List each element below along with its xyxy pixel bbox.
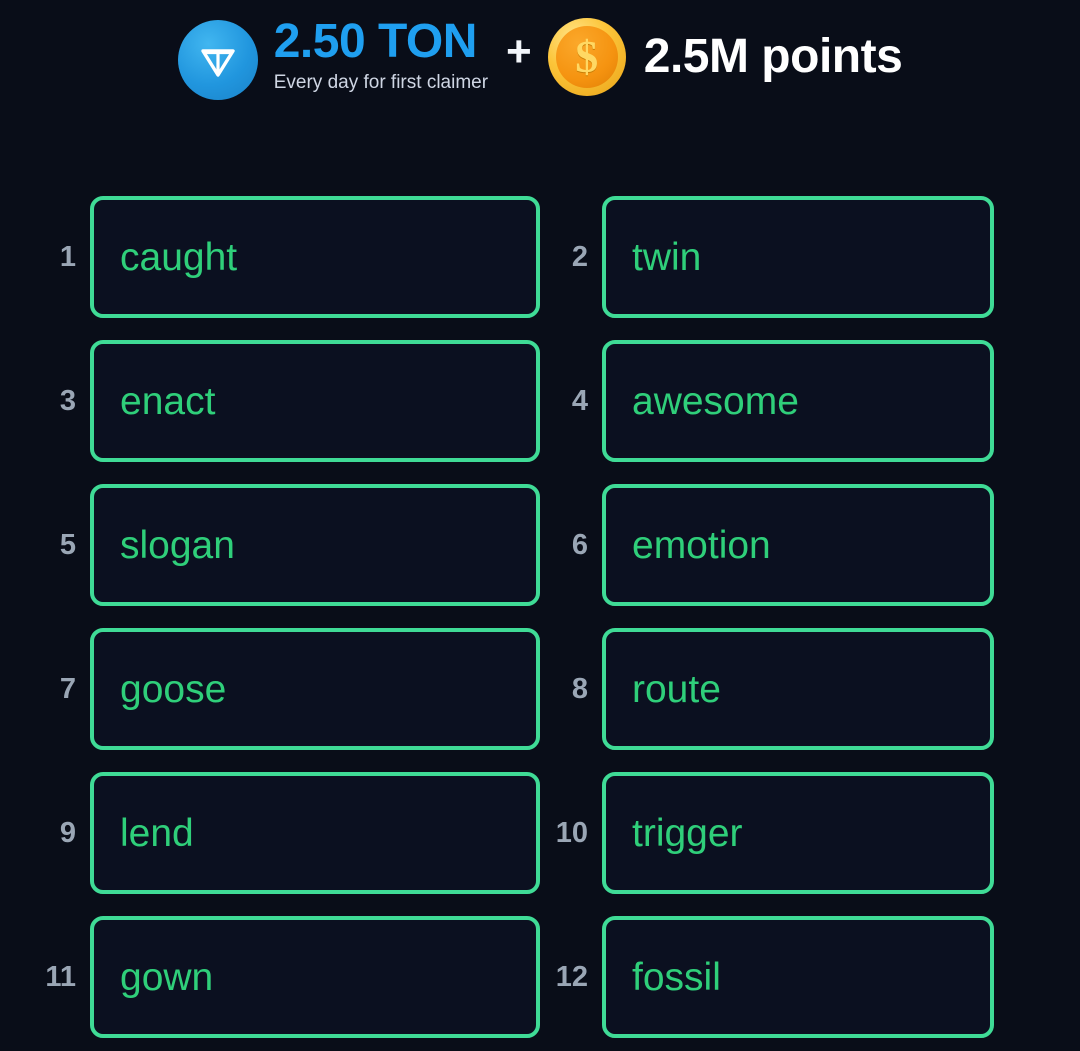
word-row: 1 caught: [0, 196, 540, 318]
word-box[interactable]: lend: [90, 772, 540, 894]
word-box[interactable]: fossil: [602, 916, 994, 1038]
word-text: goose: [120, 667, 227, 711]
ton-subtitle: Every day for first claimer: [273, 71, 489, 93]
ton-reward-block: 2.50 TON Every day for first claimer: [177, 16, 488, 100]
word-index: 8: [571, 672, 588, 705]
word-text: enact: [120, 379, 216, 423]
word-row: 9 lend: [0, 772, 540, 894]
word-index: 7: [59, 672, 76, 705]
word-row: 11 gown: [0, 916, 540, 1038]
word-index: 5: [59, 528, 76, 561]
word-box[interactable]: enact: [90, 340, 540, 462]
word-box[interactable]: twin: [602, 196, 994, 318]
word-row: 7 goose: [0, 628, 540, 750]
points-amount: 2.5M points: [643, 30, 903, 83]
word-index: 11: [45, 960, 76, 993]
word-box[interactable]: awesome: [602, 340, 994, 462]
word-text: fossil: [632, 955, 721, 999]
word-row: 2 twin: [540, 196, 1080, 318]
word-text: slogan: [120, 523, 235, 567]
word-text: awesome: [632, 379, 799, 423]
ton-logo-icon: [177, 20, 258, 100]
word-box[interactable]: trigger: [602, 772, 994, 894]
word-index: 3: [59, 384, 76, 417]
gold-coin-icon: $: [547, 18, 626, 96]
word-box[interactable]: goose: [90, 628, 540, 750]
word-text: caught: [120, 235, 238, 279]
ton-amount: 2.50 TON: [273, 15, 478, 68]
word-index: 4: [571, 384, 588, 417]
word-text: route: [632, 667, 721, 711]
word-index: 10: [555, 816, 588, 849]
word-row: 12 fossil: [540, 916, 1080, 1038]
reward-header-inner: 2.50 TON Every day for first claimer + $…: [177, 16, 903, 100]
word-index: 2: [571, 240, 588, 273]
word-index: 12: [555, 960, 588, 993]
word-row: 4 awesome: [540, 340, 1080, 462]
word-text: emotion: [632, 523, 771, 567]
word-row: 3 enact: [0, 340, 540, 462]
word-box[interactable]: route: [602, 628, 994, 750]
word-index: 9: [59, 816, 76, 849]
word-index: 6: [571, 528, 588, 561]
dollar-sign-glyph: $: [575, 31, 599, 82]
word-text: twin: [632, 235, 702, 279]
reward-header: 2.50 TON Every day for first claimer + $…: [0, 0, 1080, 128]
ton-text-column: 2.50 TON Every day for first claimer: [274, 16, 488, 94]
word-text: lend: [120, 811, 194, 855]
word-box[interactable]: gown: [90, 916, 540, 1038]
seed-phrase-word-grid: 1 caught 2 twin 3 enact 4 awesome 5 slogan 6 emotio…: [0, 128, 1080, 1038]
word-box[interactable]: slogan: [90, 484, 540, 606]
word-text: trigger: [632, 811, 743, 855]
word-row: 8 route: [540, 628, 1080, 750]
word-row: 5 slogan: [0, 484, 540, 606]
word-text: gown: [120, 955, 214, 999]
word-box[interactable]: emotion: [602, 484, 994, 606]
plus-icon: +: [506, 27, 532, 76]
word-row: 6 emotion: [540, 484, 1080, 606]
word-row: 10 trigger: [540, 772, 1080, 894]
word-index: 1: [59, 240, 76, 273]
points-reward-block: $ 2.5M points: [547, 18, 903, 96]
word-box[interactable]: caught: [90, 196, 540, 318]
